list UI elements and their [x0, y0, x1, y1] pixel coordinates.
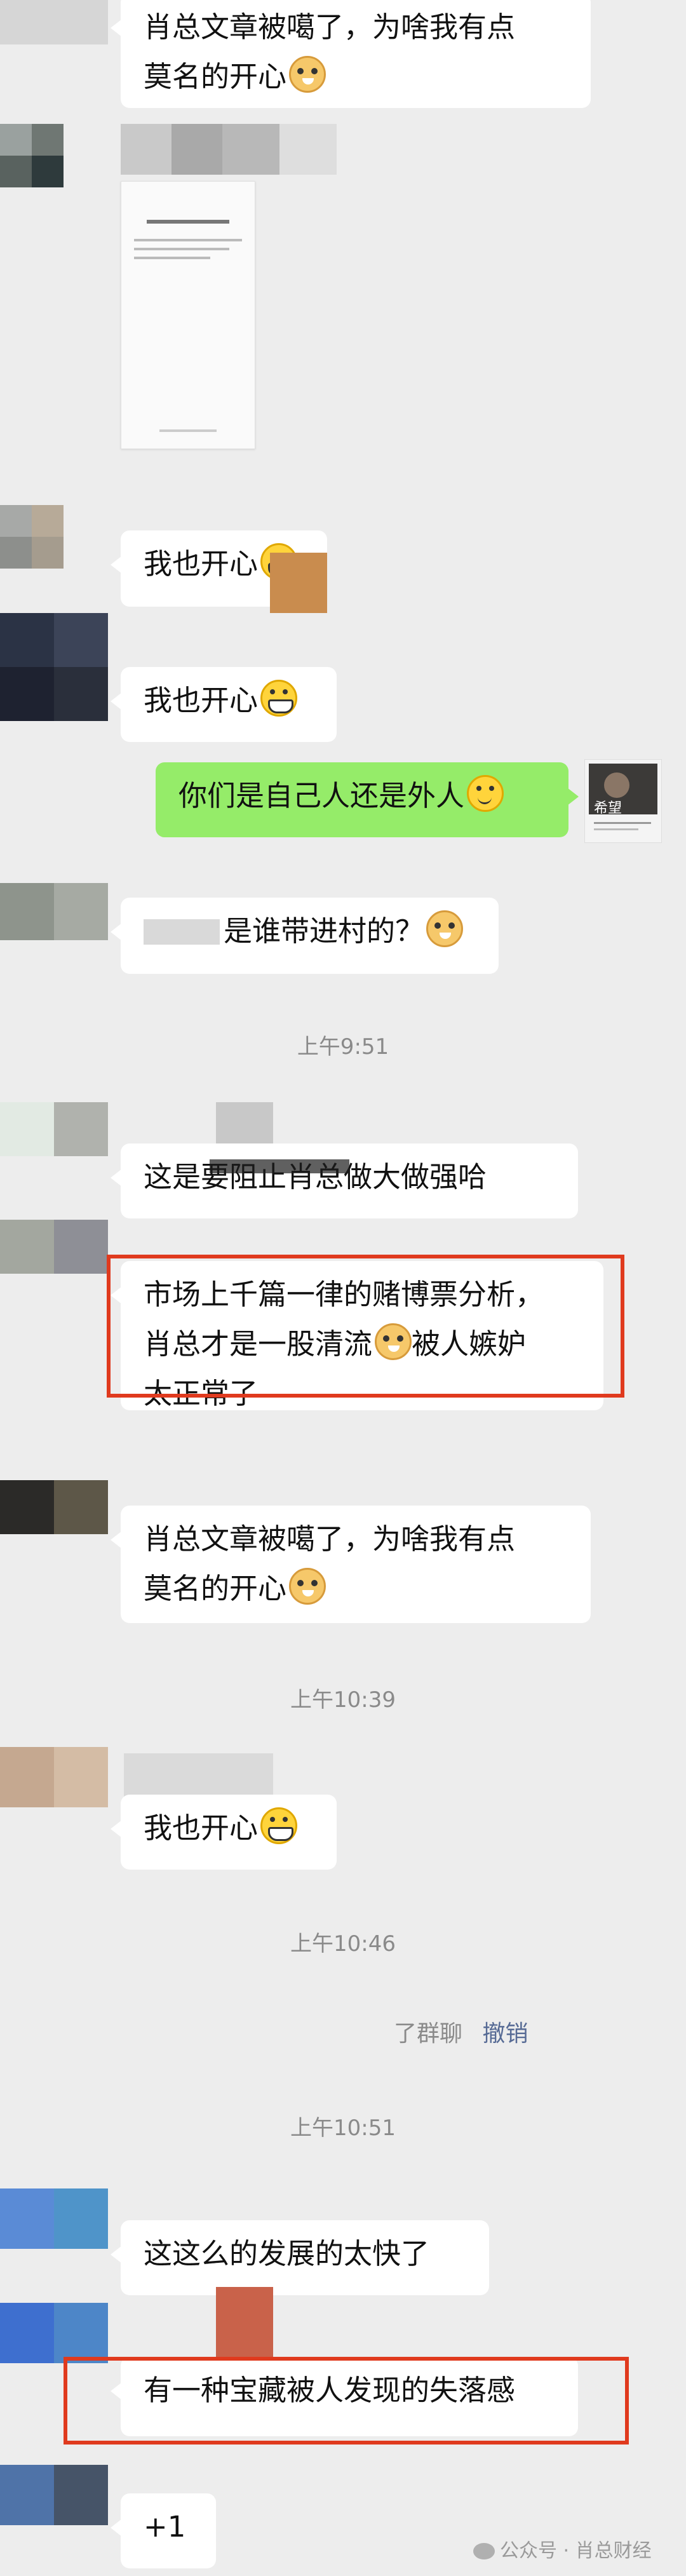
message-bubble[interactable]: 这是要阻止肖总做大做强哈	[111, 1143, 578, 1218]
avatar[interactable]	[0, 2188, 108, 2249]
avatar[interactable]	[0, 2303, 108, 2363]
highlight-box	[107, 1255, 624, 1398]
message-text: 你们是自己人还是外人	[178, 779, 465, 813]
wechat-icon	[473, 2543, 495, 2559]
message-bubble[interactable]: 这这么的发展的太快了	[111, 2220, 489, 2295]
grin-emoji-icon	[260, 680, 298, 717]
avatar[interactable]	[0, 124, 64, 187]
doge-emoji-icon	[426, 910, 464, 947]
avatar[interactable]	[0, 1480, 108, 1541]
avatar[interactable]	[0, 2465, 108, 2525]
message-text: 肖总文章被噶了，为啥我有点	[144, 1522, 516, 1556]
message-text: +1	[144, 2510, 186, 2544]
message-text: 肖总文章被噶了，为啥我有点	[144, 10, 516, 44]
message-bubble[interactable]: 肖总文章被噶了，为啥我有点 莫名的开心	[111, 0, 591, 108]
system-notice: 了群聊 撤销	[394, 2015, 528, 2048]
avatar[interactable]	[0, 1220, 108, 1280]
message-text: 莫名的开心	[144, 1572, 287, 1605]
watermark: 公众号 · 肖总财经	[473, 2535, 652, 2563]
message-bubble[interactable]: 肖总文章被噶了，为啥我有点 莫名的开心	[111, 1506, 591, 1623]
blurred-name	[144, 919, 220, 945]
grin-emoji-icon	[260, 1807, 298, 1844]
doge-emoji-icon	[289, 56, 326, 93]
timestamp: 上午10:51	[290, 2115, 396, 2141]
message-bubble[interactable]: 我也开心	[111, 1795, 337, 1870]
avatar[interactable]	[0, 613, 121, 721]
message-bubble[interactable]: +1	[111, 2493, 216, 2568]
message-text: 这这么的发展的太快了	[144, 2237, 430, 2270]
smile-emoji-icon	[467, 775, 504, 812]
self-avatar[interactable]: 希望	[584, 759, 662, 843]
message-bubble[interactable]: 是谁带进村的？	[111, 898, 499, 974]
avatar[interactable]	[0, 505, 64, 569]
avatar[interactable]	[0, 1102, 121, 1163]
blurred-area	[270, 553, 327, 613]
watermark-text: 公众号 · 肖总财经	[500, 2540, 652, 2562]
blurred-name	[121, 124, 337, 175]
highlight-box	[64, 2357, 629, 2445]
blurred-area	[210, 1159, 349, 1173]
avatar[interactable]	[0, 0, 108, 44]
recall-undo-link[interactable]: 撤销	[482, 2021, 528, 2047]
message-text: 是谁带进村的？	[224, 914, 424, 948]
timestamp: 上午10:39	[290, 1687, 396, 1713]
timestamp: 上午9:51	[297, 1034, 389, 1060]
message-text: 莫名的开心	[144, 60, 287, 93]
message-text: 我也开心	[144, 1811, 259, 1845]
sticker-caption: 希望	[594, 800, 622, 816]
doge-emoji-icon	[289, 1568, 326, 1605]
image-message[interactable]	[121, 181, 255, 449]
timestamp: 上午10:46	[290, 1931, 396, 1957]
message-text: 我也开心	[144, 684, 259, 717]
avatar[interactable]	[0, 883, 108, 940]
message-bubble[interactable]: 我也开心	[111, 667, 337, 742]
avatar[interactable]	[0, 1747, 121, 1807]
message-bubble-self[interactable]: 你们是自己人还是外人	[156, 762, 579, 837]
recall-text: 了群聊	[394, 2021, 463, 2047]
message-text: 我也开心	[144, 547, 259, 581]
